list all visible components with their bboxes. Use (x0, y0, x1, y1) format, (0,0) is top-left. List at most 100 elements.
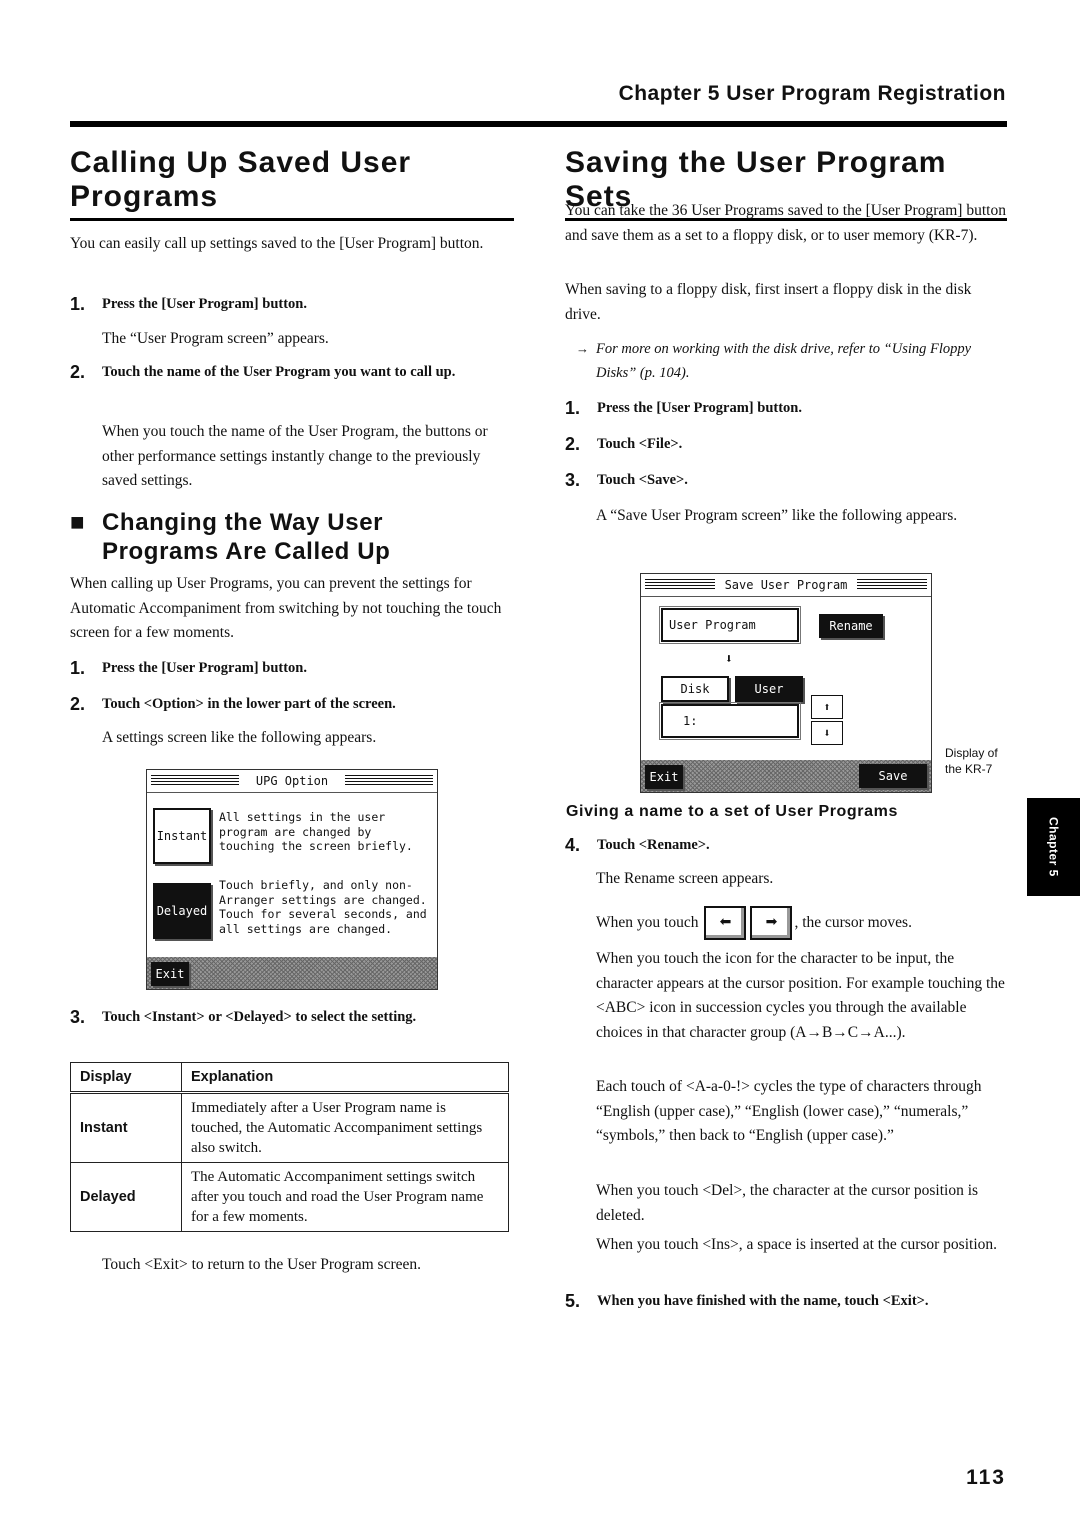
scroll-up-button[interactable]: ⬆ (811, 695, 843, 719)
left-step-2-desc: When you touch the name of the User Prog… (102, 423, 488, 489)
closing-text: Touch <Exit> to return to the User Progr… (102, 1256, 421, 1273)
note-text: For more on working with the disk drive,… (596, 341, 972, 381)
right-step-3-desc: A “Save User Program screen” like the fo… (596, 507, 958, 524)
header-explanation: Explanation (181, 1062, 509, 1094)
music-staff-icon (345, 775, 433, 787)
screen-title-bar: UPG Option (147, 770, 437, 793)
right-intro-2: When saving to a floppy disk, first inse… (565, 281, 972, 323)
exit-button[interactable]: Exit (151, 962, 189, 986)
right-intro-1: You can take the 36 User Programs saved … (565, 202, 1006, 244)
step-number: 3. (70, 1007, 86, 1027)
instant-description: All settings in the user program are cha… (219, 810, 413, 853)
right-step-4-desc: The Rename screen appears. (596, 870, 774, 887)
step-text: Touch <File>. (597, 436, 683, 452)
running-head: Chapter 5 User Program Registration (618, 82, 1006, 105)
title-line-2: Programs (70, 180, 219, 213)
explanation-table: Display Explanation Instant Immediately … (70, 1062, 509, 1232)
right-step-5: 5. When you have finished with the name,… (565, 1289, 1015, 1313)
program-name-field[interactable]: User Program (659, 606, 801, 644)
cursor-right-button[interactable]: ➡ (750, 906, 793, 940)
step-number: 5. (565, 1291, 581, 1311)
save-button[interactable]: Save (859, 764, 927, 788)
screen-title: Save User Program (718, 578, 854, 592)
screen-title: UPG Option (249, 774, 335, 788)
side-tab-label: Chapter 5 (1046, 817, 1061, 877)
left-step-2: 2. Touch the name of the User Program yo… (70, 358, 514, 387)
row-explanation: The Automatic Accompaniment settings swi… (181, 1162, 509, 1232)
step-number: 1. (70, 294, 86, 314)
right-step-1: 1. Press the [User Program] button. (565, 396, 1007, 420)
left-section-title: Calling Up Saved User Programs (70, 146, 514, 221)
cursor-left-button[interactable]: ⬅ (704, 906, 747, 940)
screen-footer: Exit Save (641, 760, 931, 792)
step-text: Touch <Rename>. (597, 837, 710, 853)
delayed-button[interactable]: Delayed (153, 883, 211, 939)
para-character-type: Each touch of <A-a-0-!> cycles the type … (596, 1078, 982, 1144)
subheading-line-1: Changing the Way User (102, 509, 384, 536)
user-button[interactable]: User (735, 676, 803, 702)
step-number: 3. (565, 470, 581, 490)
arrow-up-icon: ⬆ (823, 700, 831, 714)
rename-subheading: Giving a name to a set of User Programs (566, 803, 898, 820)
chapter-side-tab: Chapter 5 (1027, 798, 1080, 896)
subheading-line-2: Programs Are Called Up (102, 538, 391, 565)
table-row: Instant Immediately after a User Program… (70, 1092, 509, 1163)
screen-caption: Display of the KR-7 (945, 746, 998, 776)
row-display: Instant (70, 1092, 182, 1163)
para-delete: When you touch <Del>, the character at t… (596, 1182, 979, 1224)
step-text: Press the [User Program] button. (102, 660, 307, 676)
save-user-program-screen: Save User Program User Program Rename ⬇ … (640, 573, 932, 793)
cursor-keys-line: When you touch ⬅ ➡ , the cursor moves. (596, 906, 1008, 940)
table-header-row: Display Explanation (70, 1062, 509, 1094)
left-b-step-1: 1. Press the [User Program] button. (70, 656, 514, 680)
screen-title-bar: Save User Program (641, 574, 931, 597)
row-display: Delayed (70, 1162, 182, 1232)
upg-option-screen: UPG Option Instant All settings in the u… (146, 769, 438, 990)
step-number: 1. (565, 398, 581, 418)
delayed-description: Touch briefly, and only non- Arranger se… (219, 878, 427, 936)
instant-button[interactable]: Instant (153, 808, 211, 864)
step-number: 2. (70, 694, 86, 714)
screen-footer: Exit (147, 957, 437, 989)
right-step-3: 3. Touch <Save>. (565, 468, 1007, 492)
para-icon-input: When you touch the icon for the characte… (596, 950, 1005, 1041)
rename-button[interactable]: Rename (819, 614, 883, 638)
arrow-right-icon: ➡ (765, 914, 778, 930)
step-number: 2. (565, 434, 581, 454)
arrow-down-icon: ⬇ (725, 652, 733, 667)
arrow-left-icon: ⬅ (719, 914, 732, 930)
table-row: Delayed The Automatic Accompaniment sett… (70, 1162, 509, 1232)
slot-field[interactable]: 1: (659, 702, 801, 740)
step-number: 2. (70, 362, 86, 382)
sub-intro: When calling up User Programs, you can p… (70, 575, 502, 641)
reference-note: → For more on working with the disk driv… (576, 337, 996, 385)
music-staff-icon (857, 579, 927, 591)
left-b-step-3: 3. Touch <Instant> or <Delayed> to selec… (70, 1005, 520, 1029)
header-rule (70, 121, 1007, 127)
step-text: Touch <Instant> or <Delayed> to select t… (102, 1009, 417, 1025)
left-step-1-desc: The “User Program screen” appears. (102, 330, 329, 347)
cursor-text-after: , the cursor moves. (794, 913, 912, 931)
step-text: Touch <Save>. (597, 472, 688, 488)
step-text: When you have finished with the name, to… (597, 1293, 929, 1309)
page-number: 113 (966, 1466, 1006, 1489)
step-number: 4. (565, 835, 581, 855)
music-staff-icon (151, 775, 239, 787)
cursor-text-before: When you touch (596, 913, 699, 931)
exit-button[interactable]: Exit (645, 765, 683, 789)
square-bullet-icon: ■ (70, 509, 85, 536)
arrow-right-icon: → (576, 341, 589, 356)
right-step-2: 2. Touch <File>. (565, 432, 1007, 456)
title-line-1: Calling Up Saved User (70, 146, 412, 179)
left-intro: You can easily call up settings saved to… (70, 235, 484, 252)
step-text: Touch the name of the User Program you w… (102, 364, 456, 380)
row-explanation: Immediately after a User Program name is… (181, 1092, 509, 1163)
disk-button[interactable]: Disk (661, 676, 729, 702)
right-step-4: 4. Touch <Rename>. (565, 833, 1007, 857)
scroll-down-button[interactable]: ⬇ (811, 721, 843, 745)
header-display: Display (70, 1062, 182, 1094)
left-b-step-2-desc: A settings screen like the following app… (102, 729, 377, 746)
left-step-1: 1. Press the [User Program] button. (70, 292, 514, 316)
step-number: 1. (70, 658, 86, 678)
subheading: ■ Changing the Way User Programs Are Cal… (70, 508, 520, 566)
